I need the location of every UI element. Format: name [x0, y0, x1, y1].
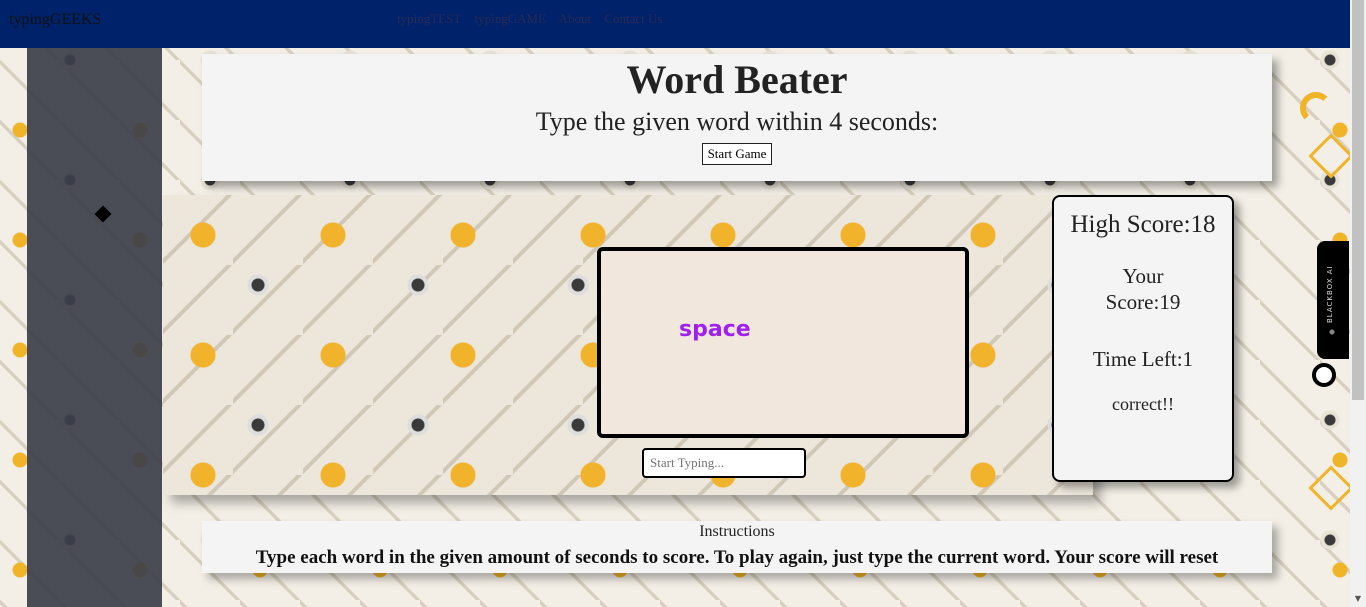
header-card: Word Beater Type the given word within 4…: [202, 54, 1272, 181]
nav-link-about[interactable]: About: [559, 11, 592, 26]
left-decor-strip: [27, 48, 162, 607]
current-word: space: [679, 317, 751, 342]
nav-link-typing-test[interactable]: typingTEST: [397, 11, 461, 26]
score-card: High Score:18 Your Score:19 Time Left:1 …: [1052, 195, 1234, 482]
blackbox-ai-extension-tab[interactable]: BLACKBOX AI: [1317, 241, 1349, 359]
decor-arc-shape: [1300, 92, 1332, 124]
high-score: High Score:18: [1070, 211, 1216, 238]
scrollbar-thumb[interactable]: [1352, 0, 1364, 400]
time-left: Time Left:1: [1092, 347, 1194, 371]
instructions-card: Instructions Type each word in the given…: [202, 521, 1272, 573]
blackbox-ai-icon: [1327, 327, 1337, 337]
status-message: correct!!: [1112, 394, 1174, 414]
nav-link-contact[interactable]: Contact Us: [604, 11, 662, 26]
instructions-title: Instructions: [699, 523, 775, 540]
nav-links: typingTEST typingGAME About Contact Us: [397, 11, 672, 27]
game-subtitle: Type the given word within 4 seconds:: [535, 107, 939, 136]
nav-link-typing-game[interactable]: typingGAME: [475, 11, 547, 26]
top-navbar: typingGEEKS typingTEST typingGAME About …: [0, 0, 1350, 48]
your-score: Your Score:19: [1105, 264, 1181, 314]
scroll-down-arrow-icon[interactable]: ▼: [1352, 594, 1364, 606]
instructions-text: Type each word in the given amount of se…: [255, 547, 1219, 568]
decor-ring-shape: [1312, 363, 1336, 387]
typing-input[interactable]: [642, 448, 806, 478]
word-display-card: space: [597, 247, 969, 438]
start-game-button[interactable]: Start Game: [701, 143, 773, 165]
blackbox-ai-label: BLACKBOX AI: [1326, 265, 1334, 323]
brand-logo[interactable]: typingGEEKS: [9, 11, 101, 29]
page-title: Word Beater: [626, 57, 848, 102]
